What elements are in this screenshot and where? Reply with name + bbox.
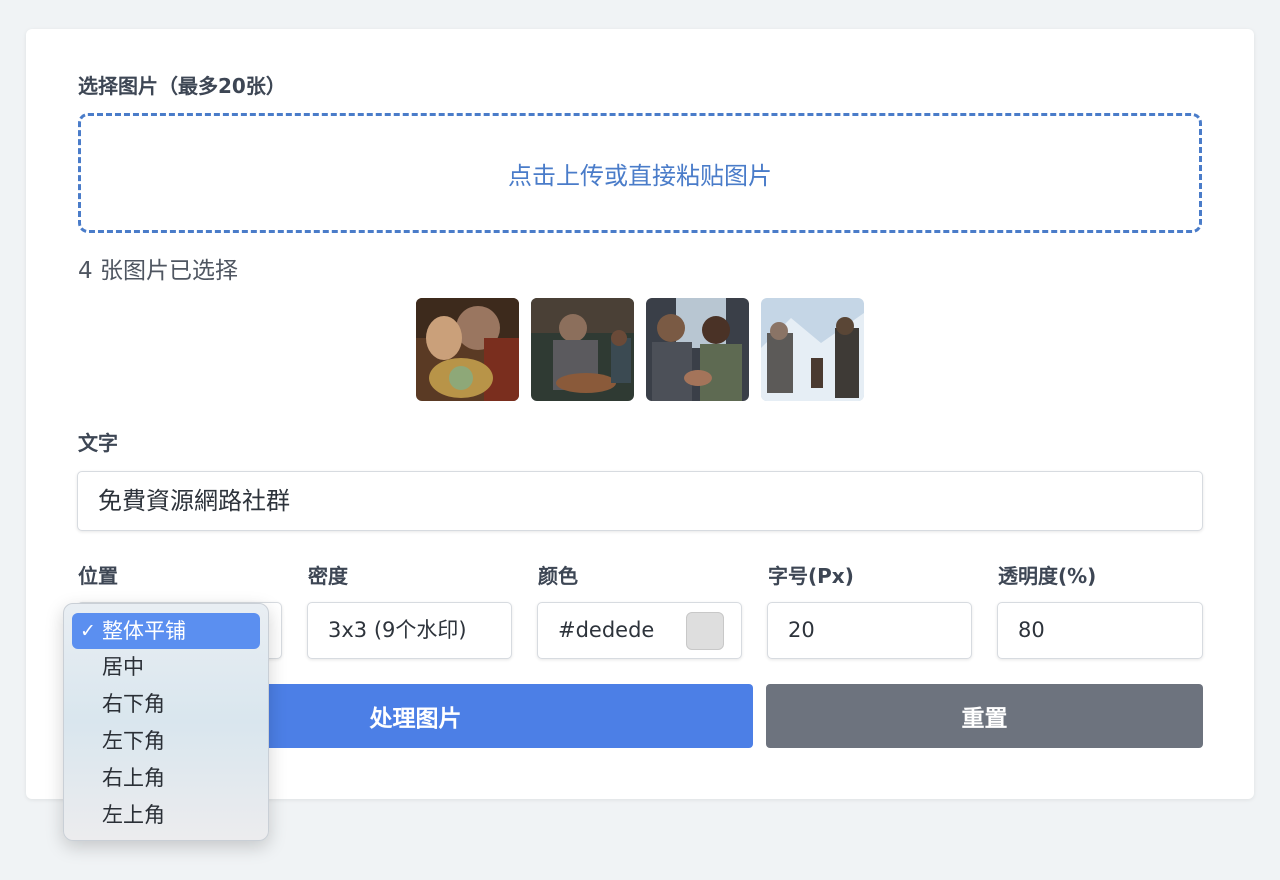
font-size-label: 字号(Px) (768, 564, 854, 588)
opacity-input[interactable]: 80 (997, 602, 1203, 659)
position-option-center[interactable]: 居中 (72, 649, 260, 686)
reset-button-label: 重置 (961, 706, 1008, 732)
photo-thumbnail-icon (646, 298, 749, 401)
checkmark-icon: ✓ (80, 620, 96, 642)
option-label: 左上角 (102, 803, 165, 827)
position-label: 位置 (78, 564, 118, 588)
image-thumbnail-4[interactable] (761, 298, 864, 401)
images-label: 选择图片（最多20张） (78, 74, 286, 98)
position-option-tile[interactable]: ✓ 整体平铺 (72, 613, 260, 649)
position-option-bottom-left[interactable]: 左下角 (72, 723, 260, 760)
option-label: 左下角 (102, 729, 165, 753)
process-button-label: 处理图片 (369, 706, 462, 732)
image-thumbnail-1[interactable] (416, 298, 519, 401)
watermark-text-input[interactable]: 免費資源網路社群 (77, 471, 1203, 531)
photo-thumbnail-icon (531, 298, 634, 401)
position-option-top-left[interactable]: 左上角 (72, 797, 260, 834)
upload-prompt: 点击上传或直接粘贴图片 (508, 161, 772, 190)
text-label: 文字 (78, 431, 118, 455)
opacity-label: 透明度(%) (998, 564, 1097, 588)
option-label: 右下角 (102, 692, 165, 716)
reset-button[interactable]: 重置 (766, 684, 1203, 748)
color-value: #dedede (558, 618, 655, 642)
option-label: 整体平铺 (102, 619, 186, 643)
color-label: 颜色 (538, 564, 578, 588)
option-label: 右上角 (102, 766, 165, 790)
photo-thumbnail-icon (416, 298, 519, 401)
image-thumbnail-3[interactable] (646, 298, 749, 401)
color-swatch[interactable] (686, 612, 724, 650)
position-option-top-right[interactable]: 右上角 (72, 760, 260, 797)
position-dropdown-menu: ✓ 整体平铺 居中 右下角 左下角 右上角 左上角 (63, 603, 269, 841)
thumbnail-strip (416, 298, 864, 401)
upload-dropzone[interactable]: 点击上传或直接粘贴图片 (78, 113, 1202, 233)
option-label: 居中 (102, 655, 144, 679)
selected-count: 4 张图片已选择 (78, 258, 238, 284)
density-select[interactable]: 3x3 (9个水印) (307, 602, 512, 659)
color-picker[interactable]: #dedede (537, 602, 742, 659)
image-thumbnail-2[interactable] (531, 298, 634, 401)
photo-thumbnail-icon (761, 298, 864, 401)
density-label: 密度 (308, 564, 348, 588)
font-size-input[interactable]: 20 (767, 602, 972, 659)
position-option-bottom-right[interactable]: 右下角 (72, 686, 260, 723)
